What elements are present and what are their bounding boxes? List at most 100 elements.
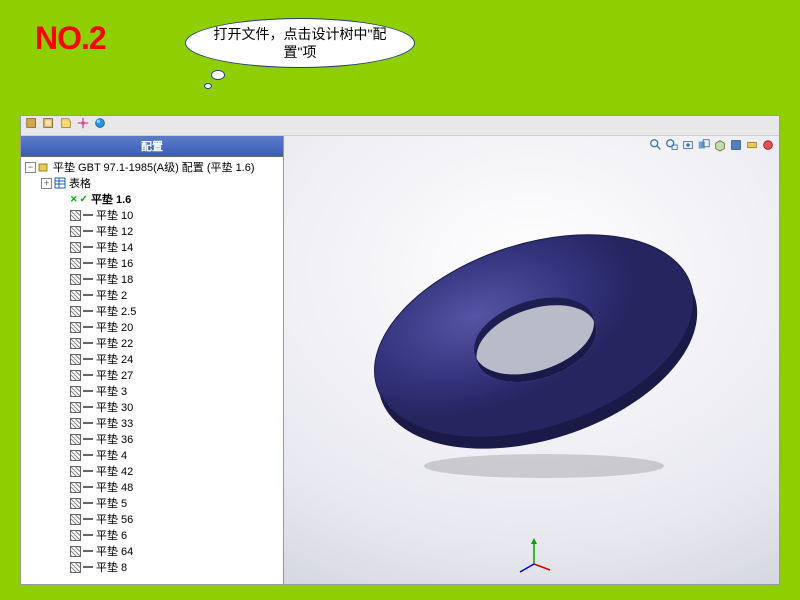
- dash-icon: [83, 486, 93, 488]
- dash-icon: [83, 550, 93, 552]
- dash-icon: [83, 278, 93, 280]
- config-item[interactable]: 平垫 42: [21, 463, 283, 479]
- config-label: 平垫 6: [96, 527, 127, 543]
- config-sidebar: 配置 − 平垫 GBT 97.1-1985(A级) 配置 (平垫 1.6) + …: [21, 136, 284, 584]
- table-icon: [54, 177, 66, 189]
- config-item[interactable]: 平垫 48: [21, 479, 283, 495]
- dash-icon: [83, 438, 93, 440]
- tool-icon-2[interactable]: [42, 116, 56, 135]
- config-item[interactable]: 平垫 2.5: [21, 303, 283, 319]
- config-label: 平垫 5: [96, 495, 127, 511]
- config-item[interactable]: 平垫 20: [21, 319, 283, 335]
- section-icon[interactable]: [697, 138, 711, 157]
- config-label: 平垫 4: [96, 447, 127, 463]
- config-item[interactable]: ✕✓平垫 1.6: [21, 191, 283, 207]
- dash-icon: [83, 502, 93, 504]
- config-item[interactable]: 平垫 3: [21, 383, 283, 399]
- config-item[interactable]: 平垫 6: [21, 527, 283, 543]
- 3d-viewport[interactable]: [284, 136, 779, 584]
- config-icon: [70, 434, 81, 445]
- config-icon: [70, 226, 81, 237]
- expand-icon[interactable]: +: [41, 178, 52, 189]
- dash-icon: [83, 342, 93, 344]
- view-prev-icon[interactable]: [681, 138, 695, 157]
- main-area: 配置 − 平垫 GBT 97.1-1985(A级) 配置 (平垫 1.6) + …: [21, 136, 779, 584]
- tree-root[interactable]: − 平垫 GBT 97.1-1985(A级) 配置 (平垫 1.6): [21, 159, 283, 175]
- config-icon: [70, 354, 81, 365]
- config-icon: [70, 274, 81, 285]
- config-item[interactable]: 平垫 30: [21, 399, 283, 415]
- tool-icon-1[interactable]: [25, 116, 39, 135]
- config-label: 平垫 18: [96, 271, 133, 287]
- config-label: 平垫 3: [96, 383, 127, 399]
- dash-icon: [83, 470, 93, 472]
- hide-show-icon[interactable]: [745, 138, 759, 157]
- config-label: 平垫 56: [96, 511, 133, 527]
- config-item[interactable]: 平垫 2: [21, 287, 283, 303]
- collapse-icon[interactable]: −: [25, 162, 36, 173]
- sidebar-title: 配置: [21, 136, 283, 157]
- dash-icon: [83, 326, 93, 328]
- config-label: 平垫 16: [96, 255, 133, 271]
- config-item[interactable]: 平垫 56: [21, 511, 283, 527]
- dash-icon: [83, 358, 93, 360]
- config-item[interactable]: 平垫 4: [21, 447, 283, 463]
- config-item[interactable]: 平垫 10: [21, 207, 283, 223]
- dash-icon: [83, 390, 93, 392]
- config-label: 平垫 33: [96, 415, 133, 431]
- config-icon: [70, 306, 81, 317]
- config-item[interactable]: 平垫 14: [21, 239, 283, 255]
- config-icon: [70, 258, 81, 269]
- config-label: 平垫 10: [96, 207, 133, 223]
- config-item[interactable]: 平垫 22: [21, 335, 283, 351]
- coordinate-triad: [514, 534, 554, 574]
- washer-3d-model[interactable]: [344, 186, 724, 486]
- config-icon: [70, 242, 81, 253]
- config-item[interactable]: 平垫 18: [21, 271, 283, 287]
- part-icon: [38, 161, 50, 173]
- display-style-icon[interactable]: [729, 138, 743, 157]
- config-label: 平垫 8: [96, 559, 127, 575]
- config-icon: [70, 498, 81, 509]
- config-item[interactable]: 平垫 33: [21, 415, 283, 431]
- config-item[interactable]: 平垫 64: [21, 543, 283, 559]
- view-orient-icon[interactable]: [713, 138, 727, 157]
- config-icon: [70, 290, 81, 301]
- config-item[interactable]: 平垫 24: [21, 351, 283, 367]
- config-item[interactable]: 平垫 16: [21, 255, 283, 271]
- config-icon: [70, 546, 81, 557]
- tool-icon-4[interactable]: [76, 116, 90, 135]
- tool-icon-5[interactable]: [93, 116, 107, 135]
- instruction-text: 打开文件，点击设计树中"配置"项: [204, 25, 396, 61]
- sidebar-toolbar: [21, 116, 779, 136]
- dash-icon: [83, 566, 93, 568]
- config-item[interactable]: 平垫 8: [21, 559, 283, 575]
- dash-icon: [83, 518, 93, 520]
- config-label: 平垫 12: [96, 223, 133, 239]
- solidworks-window: 配置 − 平垫 GBT 97.1-1985(A级) 配置 (平垫 1.6) + …: [20, 115, 780, 585]
- dash-icon: [83, 310, 93, 312]
- configuration-tree: − 平垫 GBT 97.1-1985(A级) 配置 (平垫 1.6) + 表格 …: [21, 157, 283, 584]
- zoom-area-icon[interactable]: [665, 138, 679, 157]
- dash-icon: [83, 214, 93, 216]
- dash-icon: [83, 294, 93, 296]
- config-item[interactable]: 平垫 36: [21, 431, 283, 447]
- config-item[interactable]: 平垫 12: [21, 223, 283, 239]
- config-label: 平垫 2: [96, 287, 127, 303]
- tool-icon-3[interactable]: [59, 116, 73, 135]
- config-icon: [70, 386, 81, 397]
- dash-icon: [83, 534, 93, 536]
- config-item[interactable]: 平垫 27: [21, 367, 283, 383]
- appearance-icon[interactable]: [761, 138, 775, 157]
- view-toolbar: [649, 138, 775, 157]
- instruction-bubble: 打开文件，点击设计树中"配置"项: [185, 18, 415, 68]
- config-icon: [70, 530, 81, 541]
- config-label: 平垫 14: [96, 239, 133, 255]
- table-label: 表格: [69, 175, 91, 191]
- config-item[interactable]: 平垫 5: [21, 495, 283, 511]
- tree-table[interactable]: + 表格: [21, 175, 283, 191]
- config-label: 平垫 64: [96, 543, 133, 559]
- config-label: 平垫 2.5: [96, 303, 136, 319]
- config-icon: [70, 514, 81, 525]
- zoom-fit-icon[interactable]: [649, 138, 663, 157]
